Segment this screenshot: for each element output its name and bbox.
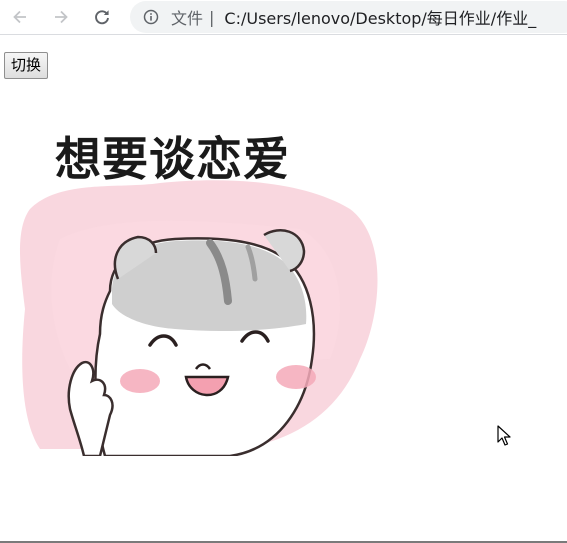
meme-caption: 想要谈恋爱 [55,132,290,186]
omnibox-separator: | [209,7,215,27]
page-content: 切换 想要谈恋爱 [0,35,567,541]
url-text[interactable]: C:/Users/lenovo/Desktop/每日作业/作业_ [224,5,536,29]
arrow-left-icon [13,10,26,24]
reload-icon [95,10,109,25]
info-icon[interactable] [143,9,159,25]
switch-button[interactable]: 切换 [4,52,49,79]
forward-button[interactable] [48,4,74,30]
browser-toolbar: 文件 | C:/Users/lenovo/Desktop/每日作业/作业_ [0,0,567,35]
back-button[interactable] [7,4,33,30]
mouse-cursor-icon [497,425,511,446]
address-bar[interactable]: 文件 | C:/Users/lenovo/Desktop/每日作业/作业_ [130,1,567,33]
arrow-right-icon [55,10,68,24]
browser-window: 文件 | C:/Users/lenovo/Desktop/每日作业/作业_ 切换 [0,0,567,543]
meme-image: 想要谈恋爱 [0,119,400,456]
security-label[interactable]: 文件 [171,5,203,29]
reload-button[interactable] [89,4,115,30]
